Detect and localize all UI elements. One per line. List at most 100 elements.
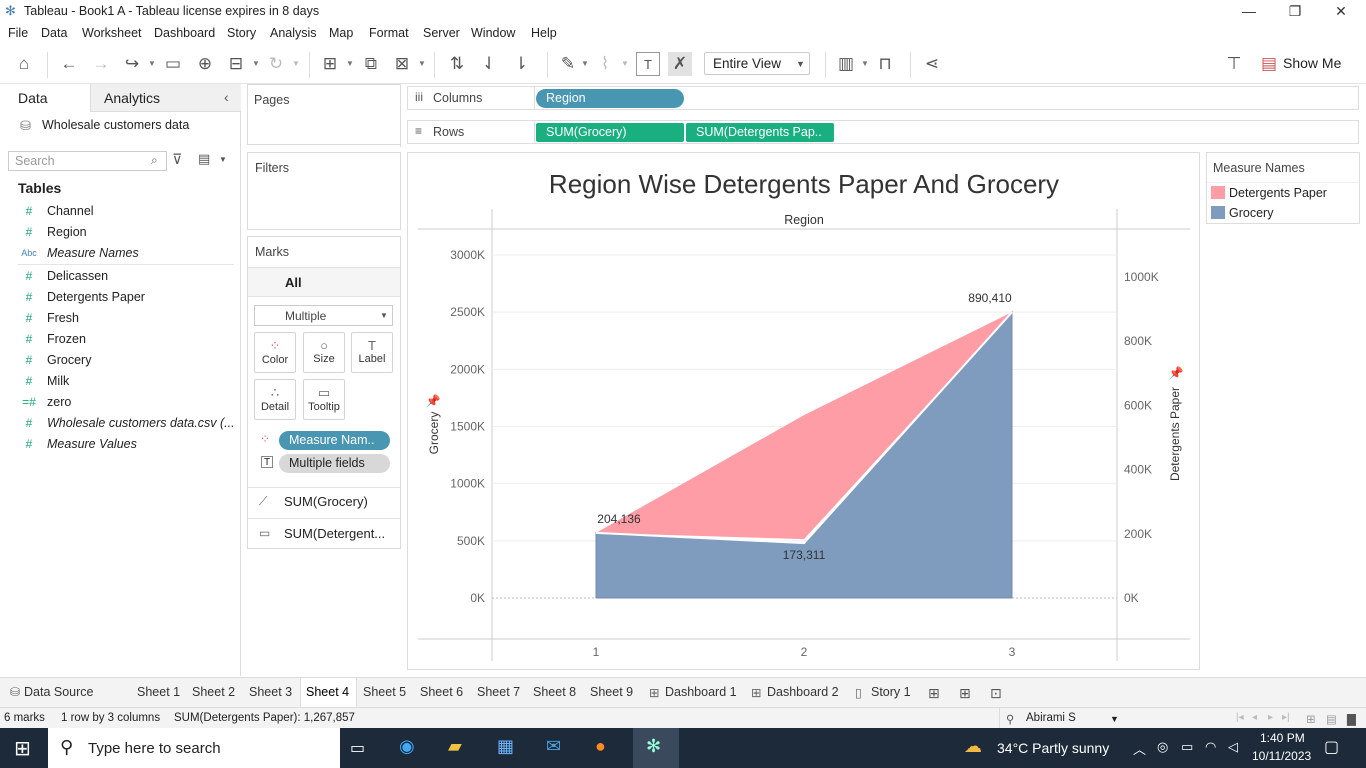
firefox-icon[interactable]: ● [595,736,606,757]
close-button[interactable]: ✕ [1318,0,1364,23]
task-view-icon[interactable]: ▭ [350,738,365,758]
menu-help[interactable]: Help [531,26,557,40]
menu-server[interactable]: Server [423,26,460,40]
field-item[interactable]: # Frozen [0,329,238,350]
field-item[interactable]: # Milk [0,371,238,392]
field-item[interactable]: # Grocery [0,350,238,371]
filters-card[interactable]: Filters [247,152,401,230]
sum-detergents-pill[interactable]: SUM(Detergents Pap.. [686,123,834,142]
mail-icon[interactable]: ✉ [546,736,561,757]
next-sheet-icon[interactable]: ▸ [1268,712,1273,723]
search-field[interactable]: Search ⌕ [8,151,167,171]
datasource-name[interactable]: Wholesale customers data [42,118,189,132]
new-dashboard-icon[interactable]: ⊞ [959,685,971,702]
last-sheet-icon[interactable]: ▸| [1282,712,1290,723]
menu-worksheet[interactable]: Worksheet [82,26,142,40]
file-explorer-icon[interactable]: ▰ [448,736,462,757]
menu-dashboard[interactable]: Dashboard [154,26,215,40]
presentation-icon[interactable]: ⊓ [873,52,897,76]
notifications-icon[interactable]: ▢ [1324,737,1339,757]
show-sheet-sorter-icon[interactable]: ⊞ [1306,712,1316,726]
pages-card[interactable]: Pages [247,84,401,147]
tab-sheet-5[interactable]: Sheet 5 [363,685,406,699]
edge-icon[interactable]: ◉ [399,736,415,757]
format-painter-icon[interactable]: ⊤ [1222,52,1246,76]
group-icon[interactable]: ⌇ [593,52,617,76]
region-pill[interactable]: Region [536,89,684,108]
menu-data[interactable]: Data [41,26,67,40]
restore-button[interactable]: ❐ [1272,0,1318,23]
size-button[interactable]: ○ Size [303,332,345,373]
new-worksheet-icon[interactable]: ⊞ [318,52,342,76]
new-sheet-icon[interactable]: ⊞ [928,685,940,702]
show-me-icon[interactable]: ▤ [1257,52,1281,76]
show-labels-icon[interactable]: T [636,52,660,76]
field-item[interactable]: # Delicassen [0,266,238,287]
view-list-icon[interactable]: ▤ [198,151,210,167]
tab-sheet-9[interactable]: Sheet 9 [590,685,633,699]
show-me-label[interactable]: Show Me [1283,55,1341,71]
marks-sub-detergents[interactable]: SUM(Detergent... [284,526,385,541]
fix-axes-icon[interactable]: ✗ [668,52,692,76]
tab-analytics[interactable]: Analytics [90,84,241,112]
store-icon[interactable]: ▦ [497,736,514,757]
prev-sheet-icon[interactable]: ◂ [1252,712,1257,723]
redo-icon[interactable]: → [89,52,113,76]
duplicate-sheet-icon[interactable]: ⧉ [359,52,383,76]
marks-sub-grocery[interactable]: SUM(Grocery) [284,494,368,509]
pause-updates-icon[interactable]: ⊟ [224,52,248,76]
refresh-icon[interactable]: ↻ [264,52,288,76]
tab-story-1[interactable]: Story 1 [871,685,911,699]
tab-sheet-8[interactable]: Sheet 8 [533,685,576,699]
chevron-up-icon[interactable]: ︿ [1133,739,1146,758]
tableau-taskbar-button[interactable]: ✻ [633,728,679,768]
new-story-icon[interactable]: ⊡ [990,685,1002,702]
new-datasource-icon[interactable]: ⊕ [193,52,217,76]
show-tabs-icon[interactable]: ▇ [1347,712,1356,726]
status-user[interactable]: Abirami S [1026,712,1076,724]
menu-format[interactable]: Format [369,26,409,40]
menu-map[interactable]: Map [329,26,353,40]
tab-sheet-2[interactable]: Sheet 2 [192,685,235,699]
save-icon[interactable]: ▭ [161,52,185,76]
sort-ascending-icon[interactable]: ⇃ [477,52,501,76]
minimize-button[interactable]: — [1226,0,1272,23]
show-filmstrip-icon[interactable]: ▤ [1326,712,1337,726]
menu-file[interactable]: File [8,26,28,40]
tab-sheet-6[interactable]: Sheet 6 [420,685,463,699]
weather-text[interactable]: 34°C Partly sunny [997,740,1109,756]
marks-all-tab[interactable]: All [248,267,400,297]
swap-icon[interactable]: ⇅ [445,52,469,76]
tab-sheet-3[interactable]: Sheet 3 [249,685,292,699]
field-item[interactable]: # Region [0,222,238,243]
windows-start-icon[interactable]: ⊞ [14,736,31,761]
clear-sheet-icon[interactable]: ⊠ [390,52,414,76]
label-button[interactable]: T Label [351,332,393,373]
field-item[interactable]: # Fresh [0,308,238,329]
share-icon[interactable]: ⋖ [920,52,944,76]
home-icon[interactable]: ⌂ [12,52,36,76]
filter-icon[interactable]: ⊽ [172,151,182,168]
view-size-select[interactable]: Entire View ▼ [704,52,810,75]
menu-story[interactable]: Story [227,26,256,40]
color-button[interactable]: ⁘ Color [254,332,296,373]
field-item[interactable]: Abc Measure Names [0,243,238,264]
rows-shelf[interactable]: ≡ Rows SUM(Grocery) SUM(Detergents Pap.. [407,120,1359,144]
multiple-fields-pill[interactable]: Multiple fields [279,454,390,473]
taskbar-search[interactable]: ⚲ Type here to search [48,728,340,768]
measure-names-pill[interactable]: Measure Nam.. [279,431,390,450]
sum-grocery-pill[interactable]: SUM(Grocery) [536,123,684,142]
tab-sheet-7[interactable]: Sheet 7 [477,685,520,699]
tab-sheet-1[interactable]: Sheet 1 [137,685,180,699]
tab-data-source[interactable]: Data Source [24,685,93,699]
detail-button[interactable]: ∴ Detail [254,379,296,420]
field-item[interactable]: # Measure Values [0,434,238,455]
chevron-down-icon[interactable]: ▼ [1110,714,1119,724]
tooltip-button[interactable]: ▭ Tooltip [303,379,345,420]
first-sheet-icon[interactable]: |◂ [1236,712,1244,723]
field-item[interactable]: # Wholesale customers data.csv (... [0,413,238,434]
legend-item-grocery[interactable]: Grocery [1229,206,1273,220]
field-item[interactable]: # Channel [0,201,238,222]
sort-descending-icon[interactable]: ⇂ [509,52,533,76]
tab-sheet-4[interactable]: Sheet 4 [306,685,349,699]
